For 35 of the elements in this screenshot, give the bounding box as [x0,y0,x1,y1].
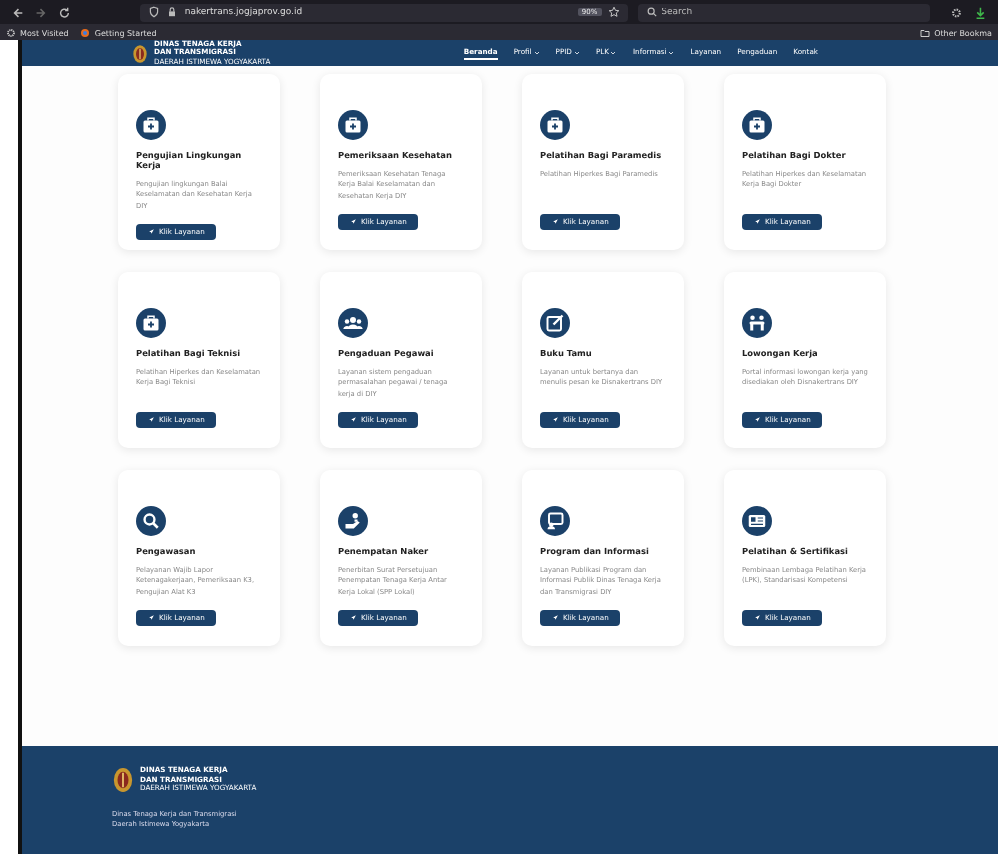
users-icon [338,308,368,338]
medkit-icon [136,110,166,140]
edit-icon [540,308,570,338]
pin-icon [148,416,155,424]
pin-icon [148,614,155,622]
pin-icon [754,218,761,226]
pin-icon [350,416,357,424]
pin-icon [148,228,155,236]
medkit-icon [540,110,570,140]
emblem-icon [132,43,148,63]
pin-icon [350,218,357,226]
pin-icon [754,614,761,622]
medkit-icon [742,110,772,140]
pin-icon [552,218,559,226]
pin-icon [552,416,559,424]
gear-icon [6,27,16,37]
emblem-icon [112,766,134,794]
pin-icon [754,416,761,424]
lock-icon [166,6,179,18]
back-arrow-icon[interactable] [12,5,25,19]
forward-arrow-icon[interactable] [34,5,48,19]
medkit-icon [136,308,166,338]
pin-icon [350,614,357,622]
idcard-icon [742,506,772,536]
presentation-icon [540,506,570,536]
search-icon [136,506,166,536]
shield-icon [148,6,161,18]
folder-icon [920,27,931,37]
download-icon[interactable] [973,5,986,19]
star-icon[interactable] [607,6,620,18]
gear-icon[interactable] [950,5,964,19]
reload-icon[interactable] [57,5,71,19]
pin-icon [552,614,559,622]
medkit-icon [338,110,368,140]
search-icon [645,6,658,18]
